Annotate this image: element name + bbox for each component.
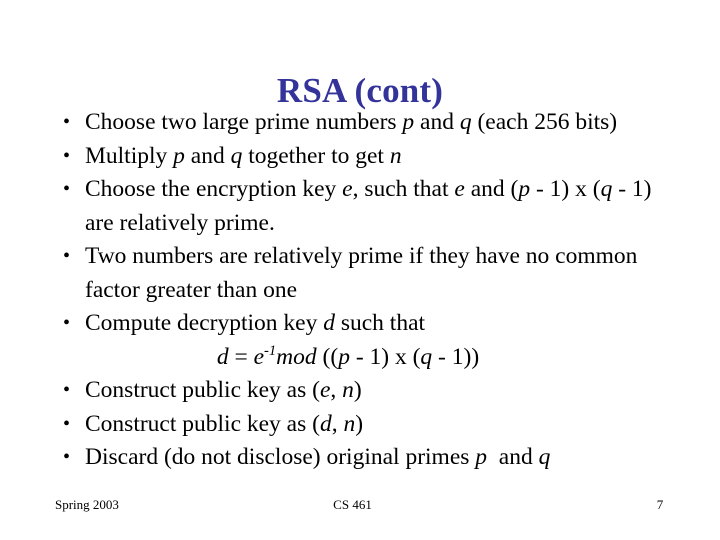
text-run: and (414, 109, 460, 135)
bullet-item-construct-public-key-en: • Construct public key as (e, n) (56, 374, 696, 408)
text-run: such that (334, 310, 426, 336)
bullet-list: • Choose two large prime numbers p and q … (56, 106, 696, 475)
text-run: and ( (464, 176, 519, 202)
bullet-item-relatively-prime-definition: • Two numbers are relatively prime if the… (56, 240, 696, 307)
math-variable: q (600, 176, 613, 202)
bullet-line: Compute decryption key d such that (85, 307, 696, 341)
bullet-line: Construct public key as (d, n) (85, 408, 696, 442)
text-run: Multiply (85, 142, 174, 169)
text-run: ( (586, 176, 601, 202)
text-run: Discard (do not disclose) original prime… (85, 444, 476, 470)
text-run: , (330, 377, 343, 403)
math-variable: d (216, 343, 229, 370)
math-exponent: -1 (264, 342, 277, 359)
footer-page-number: 7 (656, 497, 664, 512)
display-formula: d = e-1mod ((p - 1) x (q - 1)) (85, 341, 696, 375)
bullet-line: are relatively prime. (85, 207, 696, 241)
math-variable: p (338, 343, 350, 370)
text-run: (( (316, 343, 339, 370)
text-run: are relatively prime. (85, 209, 275, 236)
text-run: - 1) (349, 343, 395, 370)
bullet-marker-icon: • (63, 412, 71, 435)
math-variable: mod (276, 343, 317, 370)
text-run: ) (355, 410, 364, 437)
bullet-line: Construct public key as (e, n) (85, 374, 696, 408)
text-run: and (184, 142, 231, 169)
text-run: together to get (242, 142, 390, 169)
bullet-item-discard-primes: • Discard (do not disclose) original prim… (56, 441, 696, 475)
text-run: , (331, 410, 344, 437)
math-variable: p (475, 444, 488, 470)
math-variable: e (253, 343, 265, 370)
math-variable: q (538, 444, 551, 470)
text-run: , such that (352, 176, 455, 202)
multiplication-symbol: x (575, 176, 587, 202)
text-run: Construct public key as ( (85, 377, 320, 403)
bullet-line: Choose the encryption key e, such that e… (85, 173, 696, 207)
bullet-marker-icon: • (63, 312, 71, 334)
slide-footer: Spring 2003 CS 461 7 (55, 495, 680, 515)
text-run: ( (406, 343, 421, 370)
text-run: Choose two large prime numbers (85, 109, 403, 135)
math-variable: d (323, 310, 335, 336)
bullet-line: factor greater than one (85, 274, 696, 308)
math-variable: e (319, 377, 331, 403)
footer-course: CS 461 (333, 497, 372, 512)
slide: RSA (cont) • Choose two large prime numbe… (0, 0, 720, 540)
bullet-item-compute-decryption-key: • Compute decryption key d such that d = e… (56, 307, 696, 374)
math-variable: p (402, 109, 415, 135)
math-variable: q (420, 343, 433, 370)
math-variable: p (173, 142, 185, 169)
text-run: - 1) (612, 176, 652, 202)
text-run: Construct public key as ( (85, 410, 320, 437)
math-variable: q (459, 109, 472, 135)
math-variable: e (342, 176, 353, 202)
text-run: ) (353, 377, 362, 403)
bullet-item-choose-encryption-key: • Choose the encryption key e, such that … (56, 173, 696, 240)
text-run: Compute decryption key (85, 310, 324, 336)
multiplication-symbol: x (394, 343, 407, 370)
bullet-marker-icon: • (63, 379, 71, 401)
text-run: factor greater than one (85, 276, 298, 303)
text-run: (each 256 bits) (471, 109, 618, 135)
math-variable: e (454, 176, 465, 202)
math-variable: n (343, 410, 356, 437)
math-variable: p (518, 176, 531, 202)
bullet-item-multiply-get-n: • Multiply p and q together to get n (56, 140, 696, 174)
math-variable: d (319, 410, 332, 437)
bullet-line: Multiply p and q together to get n (85, 140, 696, 174)
text-run: - 1)) (432, 343, 480, 370)
bullet-line: Choose two large prime numbers p and q (… (85, 106, 696, 140)
bullet-item-choose-primes: • Choose two large prime numbers p and q … (56, 106, 696, 140)
math-variable: q (230, 142, 243, 169)
bullet-marker-icon: • (63, 111, 71, 133)
bullet-item-construct-public-key-dn: • Construct public key as (d, n) (56, 408, 696, 442)
text-run: - 1) (530, 176, 576, 202)
bullet-line: Two numbers are relatively prime if they… (85, 240, 696, 274)
math-variable: n (389, 142, 402, 169)
bullet-line: Discard (do not disclose) original prime… (85, 441, 696, 475)
bullet-marker-icon: • (63, 245, 71, 267)
text-run: and (487, 444, 539, 470)
bullet-marker-icon: • (63, 446, 71, 468)
math-variable: n (342, 377, 354, 403)
bullet-marker-icon: • (63, 178, 71, 200)
text-run: Choose the encryption key (85, 176, 343, 202)
text-run: = (228, 343, 254, 370)
bullet-marker-icon: • (63, 144, 71, 167)
text-run: Two numbers are relatively prime if they… (85, 243, 638, 269)
